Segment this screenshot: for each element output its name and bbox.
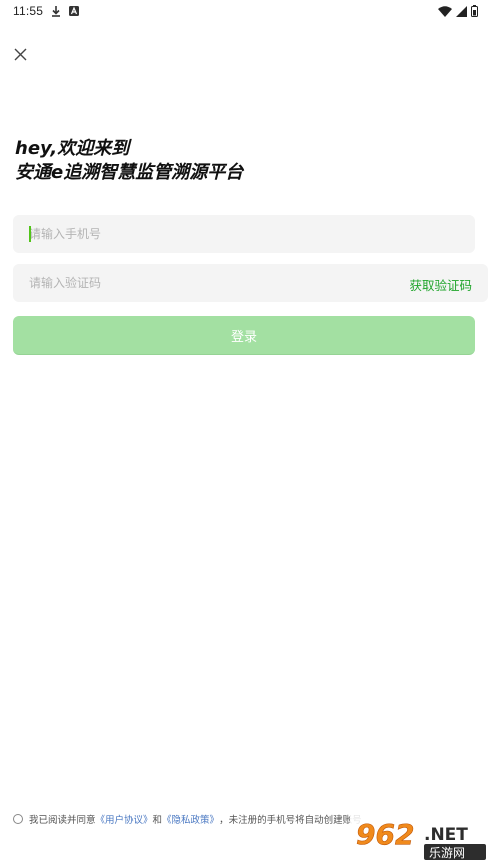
login-button[interactable]: 登录 [13,316,475,355]
phone-field [13,215,475,253]
watermark-number: 962 [356,818,414,851]
status-bar: 11:55 [0,0,488,22]
agreement-and: 和 [152,815,163,826]
welcome-line-1: hey,欢迎来到 [15,138,130,159]
site-watermark-logo: 962 .NET 乐游网 [350,812,488,862]
agreement-radio[interactable] [13,814,23,824]
text-caret [29,226,31,242]
close-button[interactable] [11,45,31,65]
status-time: 11:55 [13,4,44,18]
app-notification-icon [69,6,80,16]
code-field: 获取验证码 [13,264,488,302]
battery-icon [471,5,478,17]
watermark-suffix: .NET [424,825,468,845]
cell-signal-icon [456,5,467,17]
get-code-button[interactable]: 获取验证码 [409,275,472,294]
download-icon [52,5,61,17]
login-screen: 11:55 hey,欢迎来到 安通e追溯智慧监管溯源平台 请输入手机号 请输入验… [0,0,488,867]
welcome-line-2: 安通e追溯智慧监管溯源平台 [15,162,244,183]
user-agreement-link[interactable]: 《用户协议》 [96,812,153,826]
agreement-suffix: ，未注册的手机号将自动创建账号 [219,815,362,826]
agreement-row: 我已阅读并同意 《用户协议》 和 《隐私政策》 ，未注册的手机号将自动创建账号 [13,812,362,826]
status-left: 11:55 [13,4,80,18]
privacy-policy-link[interactable]: 《隐私政策》 [162,812,219,826]
verification-code-input[interactable] [13,264,313,302]
welcome-heading: hey,欢迎来到 安通e追溯智慧监管溯源平台 [15,137,243,185]
wifi-icon [438,5,452,17]
phone-input[interactable] [13,215,475,253]
close-icon [14,48,27,61]
agreement-prefix: 我已阅读并同意 [29,815,96,826]
watermark-site: 乐游网 [429,846,465,860]
status-right [438,5,478,17]
